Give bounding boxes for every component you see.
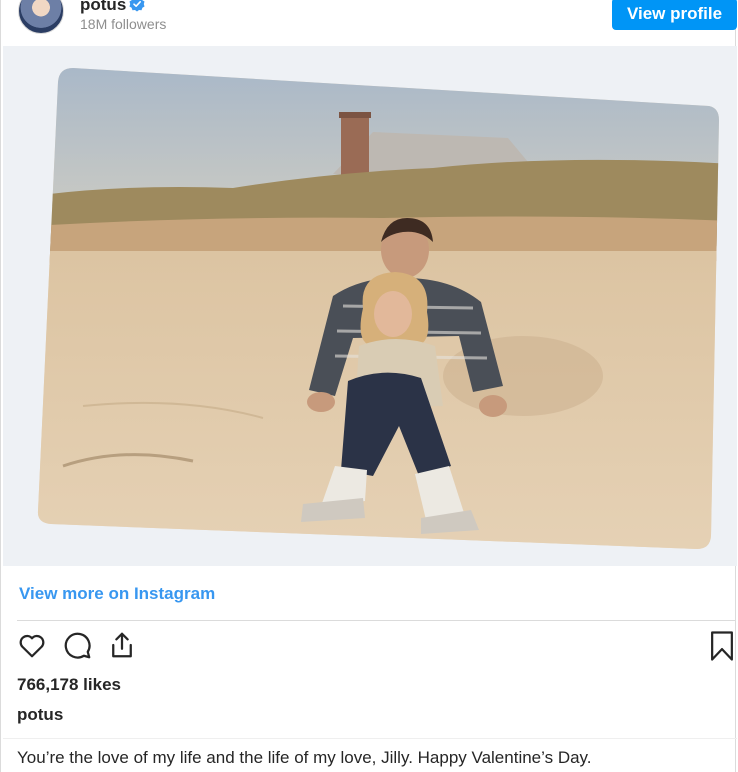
divider (17, 620, 736, 621)
caption-username[interactable]: potus (17, 705, 63, 725)
post-header: potus 18M followers View profile (1, 0, 737, 46)
likes-count[interactable]: 766,178 likes (17, 675, 121, 695)
photo-image (3, 46, 737, 566)
followers-count: 18M followers (80, 16, 167, 32)
post-photo[interactable] (3, 46, 737, 566)
avatar[interactable] (18, 0, 64, 34)
view-more-on-instagram-link[interactable]: View more on Instagram (19, 584, 215, 604)
caption-text: You’re the love of my life and the life … (17, 748, 592, 767)
verified-badge-icon (129, 0, 145, 12)
share-icon[interactable] (107, 630, 137, 660)
divider (3, 738, 737, 739)
heart-icon[interactable] (17, 630, 47, 660)
username[interactable]: potus (80, 0, 126, 15)
instagram-embed: potus 18M followers View profile View mo… (0, 0, 737, 772)
action-bar (1, 628, 735, 668)
comment-bubble-icon[interactable] (62, 630, 92, 660)
bookmark-icon[interactable] (707, 630, 737, 662)
view-profile-button[interactable]: View profile (612, 0, 737, 30)
